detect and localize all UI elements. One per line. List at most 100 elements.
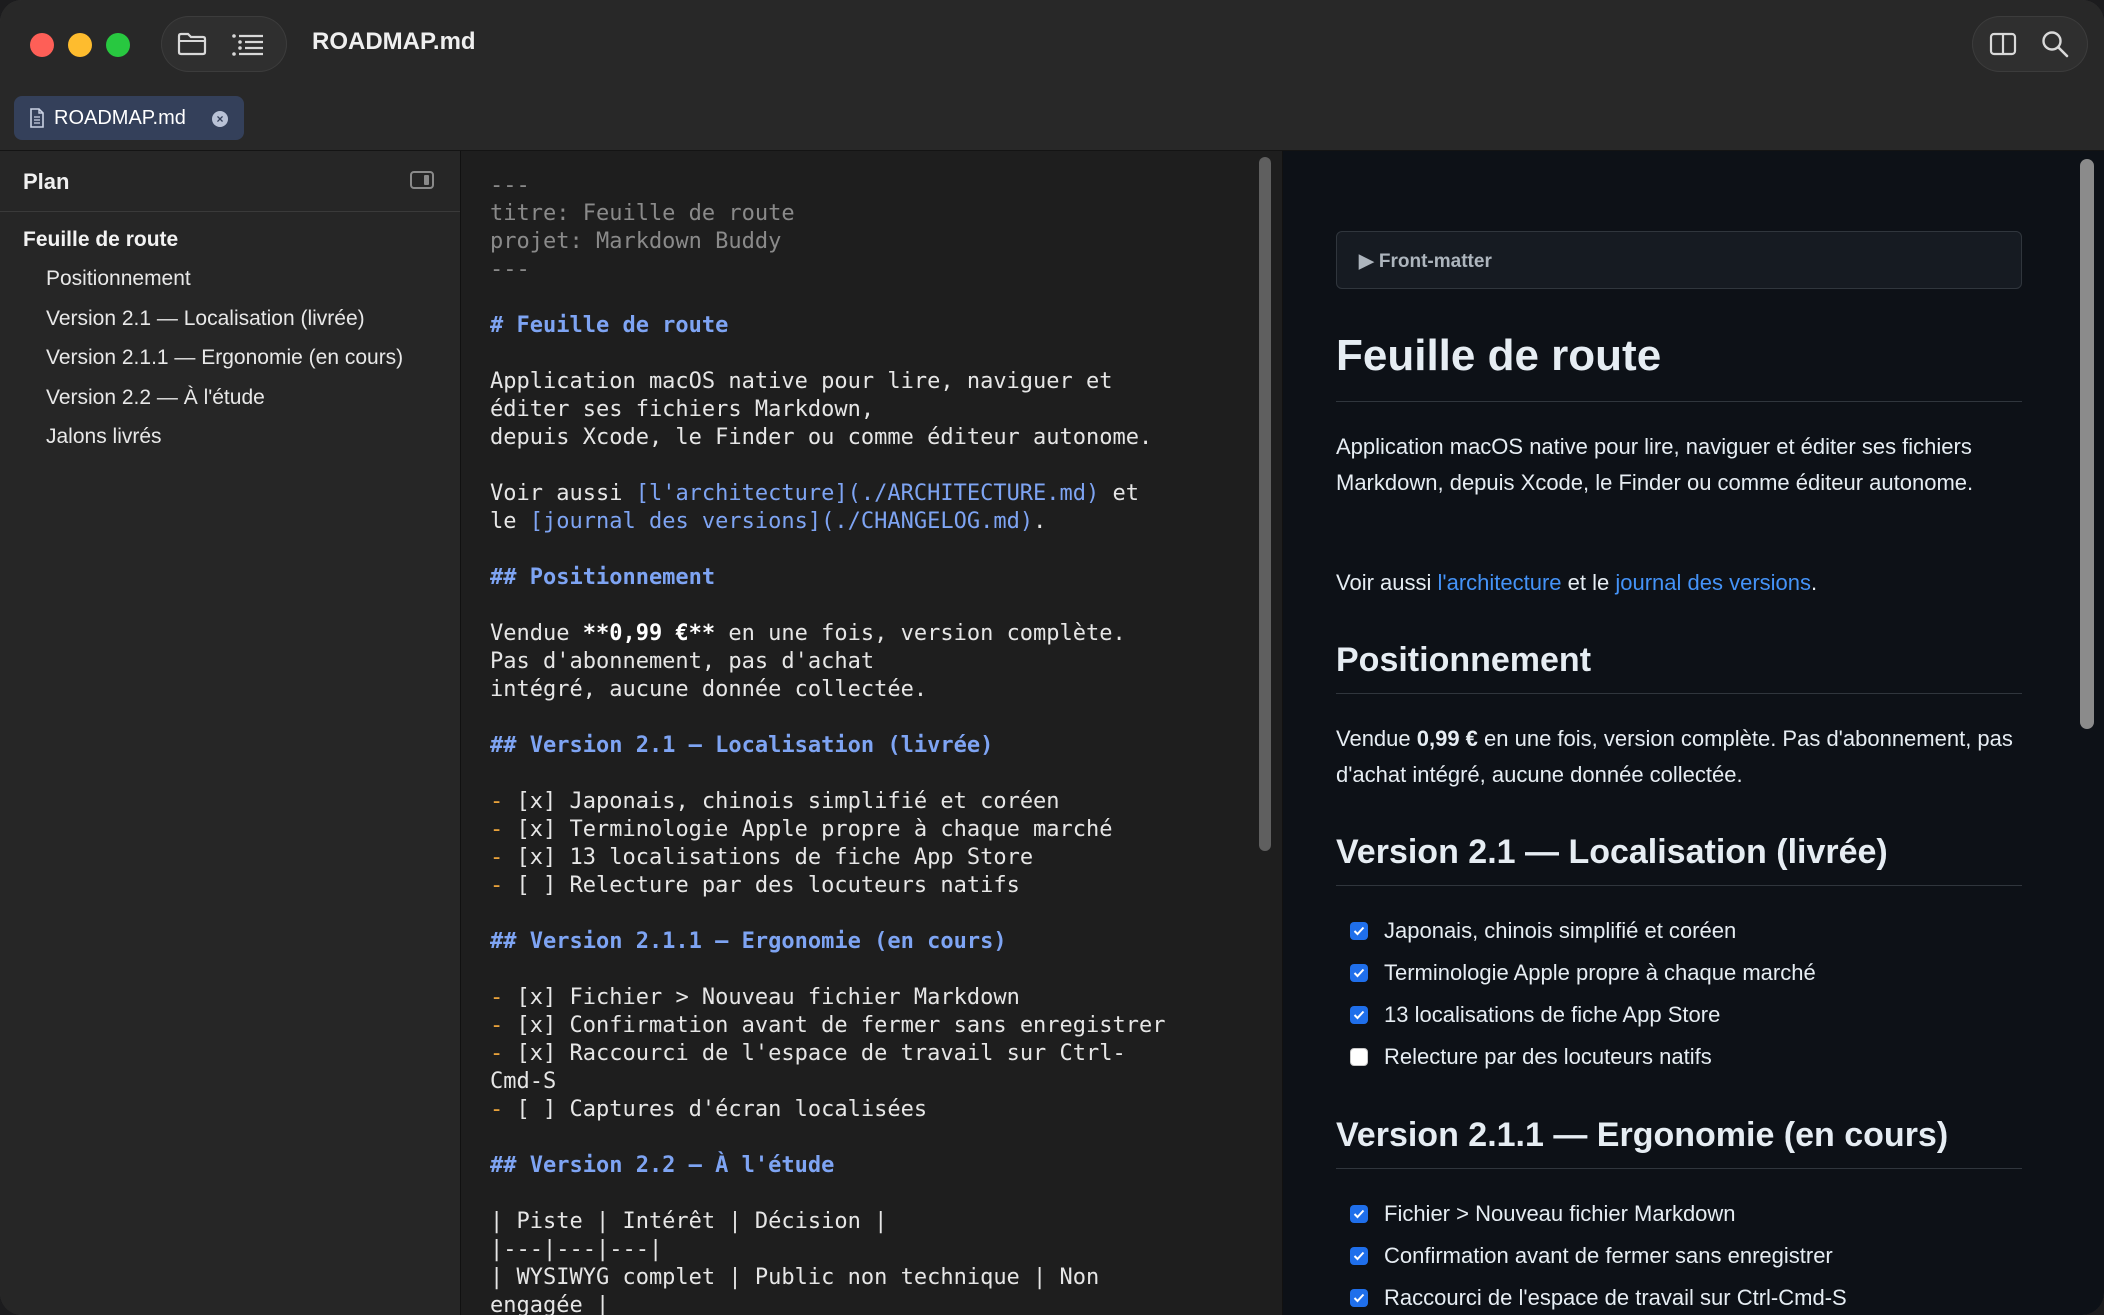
changelog-link[interactable]: journal des versions xyxy=(1615,570,1811,595)
heading-divider xyxy=(1336,693,2022,694)
task-item: Terminologie Apple propre à chaque march… xyxy=(1350,958,1816,988)
tab-bar: ROADMAP.md × xyxy=(0,86,2104,151)
code-list-item: - [x] Japonais, chinois simplifié et cor… xyxy=(490,789,1060,814)
code-link: [journal des versions](./CHANGELOG.md) xyxy=(529,509,1034,534)
zoom-window-button[interactable] xyxy=(106,33,130,57)
code-heading: ## Version 2.2 — À l'étude xyxy=(490,1153,835,1178)
task-label: Fichier > Nouveau fichier Markdown xyxy=(1384,1201,1736,1226)
front-matter-disclosure[interactable]: ▶ Front-matter xyxy=(1336,231,2022,289)
code-line: Voir aussi [l'architecture](./ARCHITECTU… xyxy=(490,481,1140,506)
task-item: Fichier > Nouveau fichier Markdown xyxy=(1350,1199,1736,1229)
tab-roadmap[interactable]: ROADMAP.md × xyxy=(14,96,244,140)
code-list-item: - [x] Terminologie Apple propre à chaque… xyxy=(490,817,1113,842)
sidebar-header: Plan xyxy=(0,151,460,212)
preview-paragraph: Application macOS native pour lire, navi… xyxy=(1336,434,1974,495)
task-item: Relecture par des locuteurs natifs xyxy=(1350,1042,1712,1072)
preview-paragraph: Vendue 0,99 € en une fois, version compl… xyxy=(1336,726,2013,787)
folder-icon xyxy=(177,32,207,56)
preview-heading-2: Positionnement xyxy=(1336,641,1592,679)
checkbox-checked-icon[interactable] xyxy=(1350,1006,1368,1024)
code-list-item: - [x] Raccourci de l'espace de travail s… xyxy=(490,1041,1126,1066)
front-matter-label: ▶ Front-matter xyxy=(1359,251,1492,272)
code-list-item: - [ ] Relecture par des locuteurs natifs xyxy=(490,873,1020,898)
code-line: |---|---|---| xyxy=(490,1237,663,1262)
minimize-window-button[interactable] xyxy=(68,33,92,57)
preview-paragraph: Voir aussi l'architecture et le journal … xyxy=(1336,570,1818,595)
architecture-link[interactable]: l'architecture xyxy=(1438,570,1562,595)
code-line: --- xyxy=(490,257,530,282)
task-item: Confirmation avant de fermer sans enregi… xyxy=(1350,1241,1833,1271)
code-line: | WYSIWYG complet | Public non technique… xyxy=(490,1265,1100,1290)
code-line: titre: Feuille de route xyxy=(490,201,795,226)
task-item: 13 localisations de fiche App Store xyxy=(1350,1000,1720,1030)
sidebar-title: Plan xyxy=(23,169,70,194)
markdown-editor[interactable]: --- titre: Feuille de route projet: Mark… xyxy=(461,151,1283,1315)
task-item: Japonais, chinois simplifié et coréen xyxy=(1350,916,1736,946)
outline-item-version-2-2[interactable]: Version 2.2 — À l'étude xyxy=(46,386,265,410)
tab-label: ROADMAP.md xyxy=(54,106,186,129)
code-heading: ## Version 2.1 — Localisation (livrée) xyxy=(490,733,994,758)
task-label: Relecture par des locuteurs natifs xyxy=(1384,1044,1712,1069)
list-indent-icon xyxy=(232,34,263,56)
editor-scrollbar[interactable] xyxy=(1259,157,1271,851)
tab-close-icon[interactable]: × xyxy=(212,111,228,127)
outline-sidebar: Plan Feuille de route Positionnement Ver… xyxy=(0,151,461,1315)
search-button[interactable] xyxy=(2038,28,2072,60)
code-line: intégré, aucune donnée collectée. xyxy=(490,677,928,702)
task-label: Confirmation avant de fermer sans enregi… xyxy=(1384,1243,1833,1268)
checkbox-unchecked-icon[interactable] xyxy=(1350,1048,1368,1066)
code-line: Pas d'abonnement, pas d'achat xyxy=(490,649,875,674)
code-heading: ## Version 2.1.1 — Ergonomie (en cours) xyxy=(490,929,1007,954)
code-heading: # Feuille de route xyxy=(490,313,729,338)
preview-heading-2: Version 2.1 — Localisation (livrée) xyxy=(1336,833,1888,871)
checkbox-checked-icon[interactable] xyxy=(1350,1205,1368,1223)
outline-item-jalons-livres[interactable]: Jalons livrés xyxy=(46,425,162,449)
checkbox-checked-icon[interactable] xyxy=(1350,1247,1368,1265)
close-window-button[interactable] xyxy=(30,33,54,57)
code-line: Cmd-S xyxy=(490,1069,557,1094)
outline-item-feuille-de-route[interactable]: Feuille de route xyxy=(23,228,178,252)
window-title: ROADMAP.md xyxy=(312,28,476,55)
checkbox-checked-icon[interactable] xyxy=(1350,964,1368,982)
code-line: depuis Xcode, le Finder ou comme éditeur… xyxy=(490,425,1153,450)
split-view-button[interactable] xyxy=(1986,28,2020,60)
code-list-item: - [x] Confirmation avant de fermer sans … xyxy=(490,1013,1166,1038)
code-line: éditer ses fichiers Markdown, xyxy=(490,397,875,422)
preview-heading-1: Feuille de route xyxy=(1336,331,1662,380)
outline-item-version-2-1-1[interactable]: Version 2.1.1 — Ergonomie (en cours) xyxy=(46,346,403,370)
code-line: | Piste | Intérêt | Décision | xyxy=(490,1209,888,1234)
document-icon xyxy=(30,108,44,128)
search-icon xyxy=(2042,31,2069,58)
markdown-preview: ▶ Front-matter Feuille de route Applicat… xyxy=(1283,151,2104,1315)
code-list-item: - [x] 13 localisations de fiche App Stor… xyxy=(490,845,1034,870)
code-link: [l'architecture](./ARCHITECTURE.md) xyxy=(635,481,1100,506)
preview-heading-2: Version 2.1.1 — Ergonomie (en cours) xyxy=(1336,1116,1949,1154)
checkbox-checked-icon[interactable] xyxy=(1350,922,1368,940)
open-folder-button[interactable] xyxy=(175,28,209,60)
heading-divider xyxy=(1336,401,2022,402)
code-heading: ## Positionnement xyxy=(490,565,716,590)
code-line: engagée | xyxy=(490,1293,610,1315)
code-line: projet: Markdown Buddy xyxy=(490,229,782,254)
split-view-icon xyxy=(1989,32,2017,56)
code-line: le [journal des versions](./CHANGELOG.md… xyxy=(490,509,1047,534)
toolbar-left-group xyxy=(161,16,287,72)
outline-button[interactable] xyxy=(231,28,265,60)
code-list-item: - [x] Fichier > Nouveau fichier Markdown xyxy=(490,985,1020,1010)
outline-item-version-2-1[interactable]: Version 2.1 — Localisation (livrée) xyxy=(46,307,365,331)
code-line: --- xyxy=(490,173,530,198)
code-line: Vendue **0,99 €** en une fois, version c… xyxy=(490,621,1126,646)
task-label: Japonais, chinois simplifié et coréen xyxy=(1384,918,1737,943)
sidebar-toggle-icon[interactable] xyxy=(410,171,434,189)
heading-divider xyxy=(1336,1168,2022,1169)
preview-scrollbar[interactable] xyxy=(2080,159,2094,729)
outline-item-positionnement[interactable]: Positionnement xyxy=(46,267,191,291)
app-window: ROADMAP.md ROADMAP.md × Plan Feuille de … xyxy=(0,0,2104,1315)
checkbox-checked-icon[interactable] xyxy=(1350,1289,1368,1307)
task-label: 13 localisations de fiche App Store xyxy=(1384,1002,1721,1027)
task-item: Raccourci de l'espace de travail sur Ctr… xyxy=(1350,1283,1847,1313)
task-label: Terminologie Apple propre à chaque march… xyxy=(1384,960,1816,985)
heading-divider xyxy=(1336,885,2022,886)
title-bar: ROADMAP.md xyxy=(0,0,2104,86)
code-line: Application macOS native pour lire, navi… xyxy=(490,369,1113,394)
